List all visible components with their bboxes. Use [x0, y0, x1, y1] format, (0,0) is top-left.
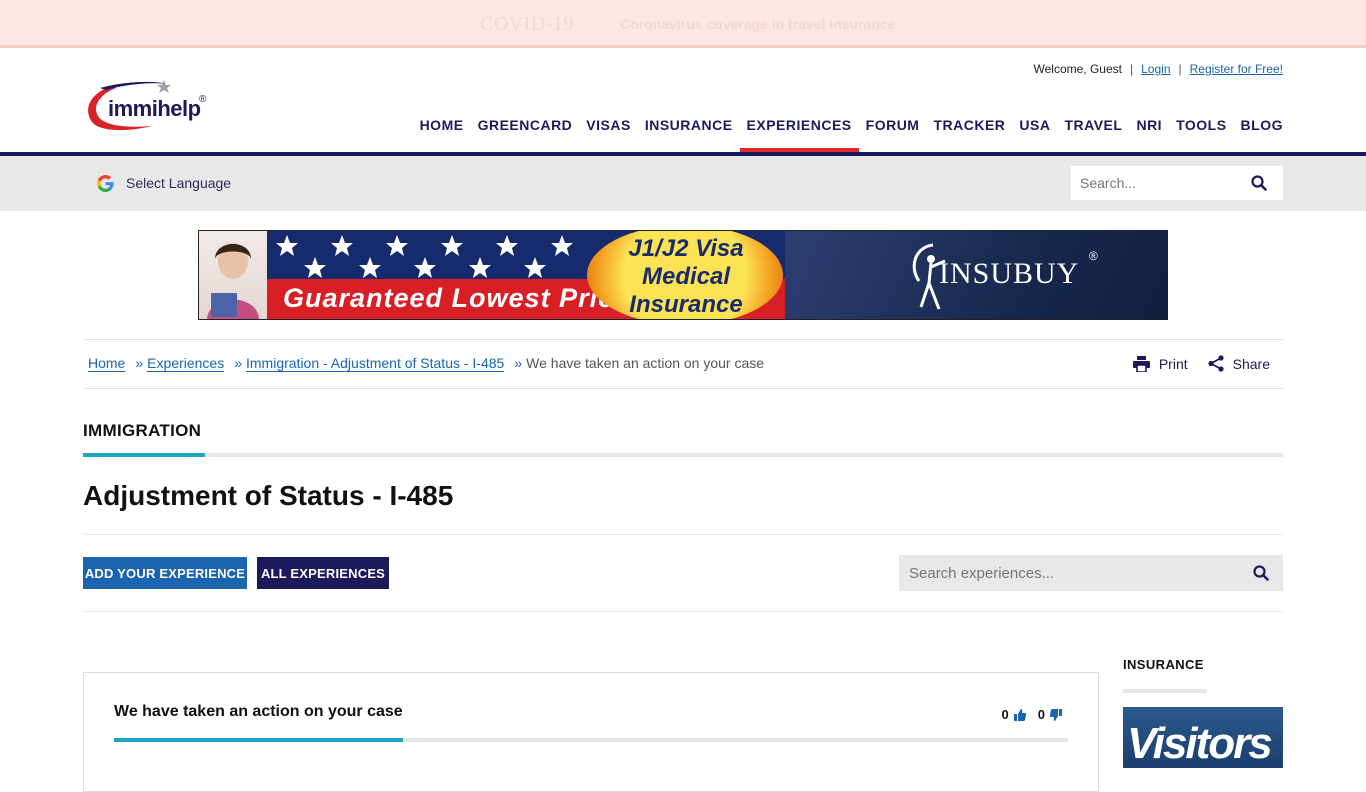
section-underline	[83, 453, 1283, 457]
covid-banner[interactable]: COVID-19 Coronavirus coverage in travel …	[0, 0, 1366, 48]
sidebar-underline	[1123, 689, 1207, 693]
downvote-count: 0	[1037, 707, 1045, 722]
site-logo[interactable]: immihelp ®	[82, 78, 212, 134]
experience-search	[899, 555, 1283, 591]
thumbs-down-icon[interactable]	[1050, 708, 1062, 721]
ad-person-image	[199, 231, 267, 319]
visitors-insurance-ad[interactable]: Visitors	[1123, 707, 1283, 768]
divider	[83, 611, 1283, 612]
vote-controls: 0 0	[1002, 707, 1062, 722]
site-header: immihelp ® Welcome, Guest | Login | Regi…	[0, 48, 1366, 156]
experience-card: We have taken an action on your case 0 0	[83, 672, 1099, 792]
breadcrumb: Home » Experiences » Immigration - Adjus…	[88, 355, 764, 372]
breadcrumb-row: Home » Experiences » Immigration - Adjus…	[83, 339, 1283, 389]
experience-title[interactable]: We have taken an action on your case	[114, 703, 403, 721]
ad-visa-line1: J1/J2 Visa	[628, 235, 744, 262]
experience-search-input[interactable]	[899, 555, 1229, 591]
divider: |	[1130, 62, 1134, 76]
covid-badge: COVID-19	[480, 13, 574, 35]
breadcrumb-current: We have taken an action on your case	[526, 355, 765, 371]
nav-usa[interactable]: USA	[1012, 117, 1057, 152]
thumbs-up-icon[interactable]	[1013, 708, 1026, 721]
welcome-text: Welcome, Guest	[1033, 62, 1122, 76]
site-search	[1071, 166, 1283, 200]
breadcrumb-home[interactable]: Home	[88, 355, 126, 372]
all-experiences-button[interactable]: ALL EXPERIENCES	[257, 557, 389, 589]
sidebar-label: INSURANCE	[1123, 657, 1204, 672]
site-search-input[interactable]	[1071, 166, 1241, 200]
divider	[83, 534, 1283, 535]
print-label: Print	[1158, 355, 1188, 372]
ad-slogan: Guaranteed Lowest Price	[283, 283, 631, 313]
main-nav: HOME GREENCARD VISAS INSURANCE EXPERIENC…	[413, 117, 1283, 152]
login-link[interactable]: Login	[1141, 62, 1170, 76]
nav-travel[interactable]: TRAVEL	[1057, 117, 1129, 152]
nav-blog[interactable]: BLOG	[1234, 117, 1283, 152]
nav-greencard[interactable]: GREENCARD	[471, 117, 580, 152]
insurance-ad-banner[interactable]: Guaranteed Lowest Price J1/J2 Visa Medic…	[198, 230, 1168, 320]
register-link[interactable]: Register for Free!	[1190, 62, 1283, 76]
add-experience-button[interactable]: ADD YOUR EXPERIENCE	[83, 557, 247, 589]
search-icon[interactable]	[1253, 565, 1269, 581]
google-icon	[97, 175, 114, 192]
breadcrumb-separator: »	[135, 355, 144, 371]
ad-brand-reg: ®	[1089, 249, 1098, 263]
select-language[interactable]: Select Language	[126, 175, 231, 191]
section-label: IMMIGRATION	[83, 421, 202, 440]
ad-visa-text: J1/J2 Visa Medical Insurance	[591, 235, 781, 319]
covid-link-text[interactable]: Coronavirus coverage in travel insurance	[620, 16, 895, 32]
share-label: Share	[1232, 355, 1270, 372]
nav-forum[interactable]: FORUM	[859, 117, 927, 152]
logo-registered-mark: ®	[199, 94, 207, 105]
nav-tools[interactable]: TOOLS	[1169, 117, 1233, 152]
ad-visa-line2: Medical	[641, 263, 731, 290]
utility-strip: Select Language	[0, 156, 1366, 211]
nav-insurance[interactable]: INSURANCE	[638, 117, 740, 152]
printer-icon	[1132, 355, 1150, 372]
nav-home[interactable]: HOME	[413, 117, 471, 152]
nav-experiences[interactable]: EXPERIENCES	[739, 117, 859, 152]
share-button[interactable]: Share	[1208, 355, 1270, 372]
upvote-count: 0	[1001, 707, 1009, 722]
breadcrumb-category[interactable]: Immigration - Adjustment of Status - I-4…	[246, 355, 505, 372]
nav-visas[interactable]: VISAS	[579, 117, 638, 152]
print-button[interactable]: Print	[1132, 355, 1188, 372]
card-underline	[114, 738, 1068, 742]
ad-brand: INSUBUY	[939, 257, 1080, 290]
sidebar-ad-text: Visitors	[1127, 719, 1273, 768]
breadcrumb-experiences[interactable]: Experiences	[147, 355, 225, 372]
breadcrumb-separator: »	[514, 355, 523, 371]
ad-visa-line3: Insurance	[629, 291, 743, 318]
search-icon[interactable]	[1251, 175, 1267, 191]
divider: |	[1178, 62, 1182, 76]
nav-nri[interactable]: NRI	[1129, 117, 1169, 152]
user-links: Welcome, Guest | Login | Register for Fr…	[1034, 62, 1283, 76]
nav-tracker[interactable]: TRACKER	[926, 117, 1012, 152]
page-tools: Print Share	[1113, 355, 1270, 372]
breadcrumb-separator: »	[234, 355, 242, 371]
page-title: Adjustment of Status - I-485	[83, 480, 454, 511]
share-icon	[1208, 355, 1224, 372]
logo-text: immihelp	[108, 96, 201, 121]
